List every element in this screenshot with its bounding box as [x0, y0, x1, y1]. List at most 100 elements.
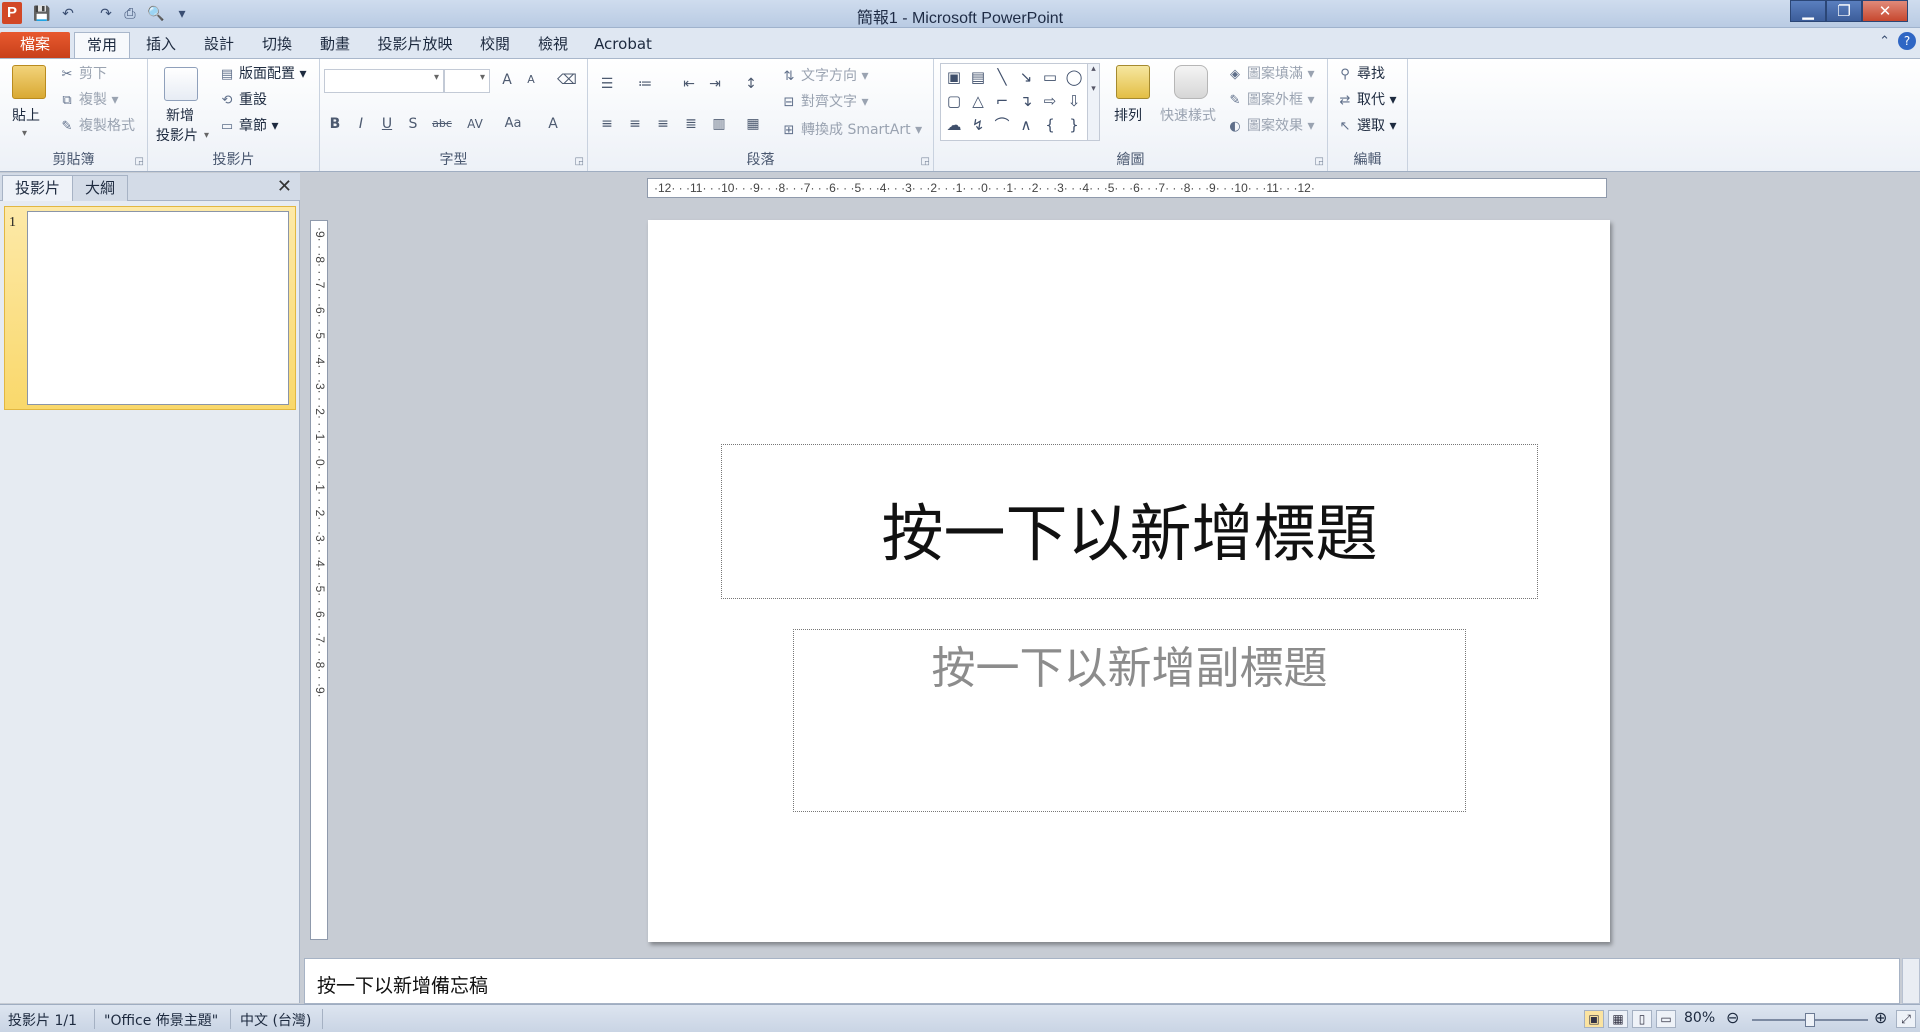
language-indicator[interactable]: 中文 (台灣)	[240, 1010, 311, 1030]
replace-button[interactable]: ⇄ 取代 ▾	[1336, 89, 1397, 112]
slide-canvas[interactable]: 按一下以新增標題 按一下以新增副標題	[648, 220, 1610, 942]
subtitle-placeholder[interactable]: 按一下以新增副標題	[793, 629, 1466, 812]
slide-thumbnail[interactable]	[27, 211, 289, 405]
textbox-shape-icon[interactable]: ▣	[943, 66, 965, 88]
decrease-indent-icon[interactable]: ⇤	[678, 73, 700, 95]
dialog-launcher-icon[interactable]: ◲	[135, 156, 144, 167]
new-slide-label[interactable]: 新增	[166, 105, 194, 127]
rectangle-shape-icon[interactable]: ▭	[1039, 66, 1061, 88]
underline-button[interactable]: U	[376, 113, 398, 135]
justify-icon[interactable]: ≣	[680, 113, 702, 135]
zoom-in-icon[interactable]: ⊕	[1874, 1008, 1887, 1027]
slide-sorter-view-icon[interactable]: ▦	[1608, 1010, 1628, 1028]
font-dialog-launcher-icon[interactable]: ◲	[575, 156, 584, 167]
elbow-connector-shape-icon[interactable]: ⌐	[991, 90, 1013, 112]
align-center-icon[interactable]: ≡	[624, 113, 646, 135]
tab-home[interactable]: 常用	[74, 32, 130, 58]
tab-file[interactable]: 檔案	[0, 32, 70, 58]
font-size-combo[interactable]: ▾	[444, 69, 490, 93]
tab-review[interactable]: 校閱	[470, 32, 520, 58]
group-label-font: 字型	[439, 152, 468, 168]
increase-indent-icon[interactable]: ⇥	[704, 73, 726, 95]
tab-animations[interactable]: 動畫	[310, 32, 360, 58]
paste-icon[interactable]	[12, 65, 46, 99]
theme-name[interactable]: "Office 佈景主題"	[104, 1010, 218, 1030]
change-case-button[interactable]: Aa	[498, 113, 528, 135]
tab-transitions[interactable]: 切換	[252, 32, 302, 58]
tab-design[interactable]: 設計	[194, 32, 244, 58]
pane-tab-slides[interactable]: 投影片	[2, 175, 74, 201]
paragraph-dialog-launcher-icon[interactable]: ◲	[921, 156, 930, 167]
title-bar: P 💾 ↶ ↷ ⎙ 🔍 ▾ 簡報1 - Microsoft PowerPoint…	[0, 0, 1920, 28]
drawing-dialog-launcher-icon[interactable]: ◲	[1315, 156, 1324, 167]
tab-acrobat[interactable]: Acrobat	[586, 32, 660, 58]
close-pane-icon[interactable]: ✕	[277, 176, 292, 197]
down-arrow-shape-icon[interactable]: ⇩	[1063, 90, 1085, 112]
shrink-font-button[interactable]: A	[520, 69, 542, 91]
freeform-shape-icon[interactable]: ☁	[943, 114, 965, 136]
left-brace-shape-icon[interactable]: {	[1039, 114, 1061, 136]
lightning-shape-icon[interactable]: ↯	[967, 114, 989, 136]
layout-button[interactable]: ▤ 版面配置 ▾	[218, 63, 307, 86]
pane-tab-outline[interactable]: 大綱	[72, 175, 129, 201]
maximize-button[interactable]: ❐	[1826, 0, 1862, 22]
reading-view-icon[interactable]: ▯	[1632, 1010, 1652, 1028]
arc-shape-icon[interactable]: ⌒	[991, 114, 1013, 136]
zoom-out-icon[interactable]: ⊖	[1726, 1008, 1739, 1027]
oval-shape-icon[interactable]: ◯	[1063, 66, 1085, 88]
find-button[interactable]: ⚲ 尋找	[1336, 63, 1385, 86]
vertical-textbox-shape-icon[interactable]: ▤	[967, 66, 989, 88]
new-slide-dropdown-icon[interactable]: ▾	[204, 125, 209, 147]
reset-button[interactable]: ⟲ 重設	[218, 89, 267, 112]
tab-insert[interactable]: 插入	[136, 32, 186, 58]
columns-icon[interactable]: ▦	[742, 113, 764, 135]
tab-view[interactable]: 檢視	[528, 32, 578, 58]
line-shape-icon[interactable]: ╲	[991, 66, 1013, 88]
strikethrough-button[interactable]: abc	[428, 113, 456, 135]
numbering-icon[interactable]: ≔	[634, 73, 656, 95]
rounded-rect-shape-icon[interactable]: ▢	[943, 90, 965, 112]
normal-view-icon[interactable]: ▣	[1584, 1010, 1604, 1028]
arrange-button[interactable]: 排列	[1114, 105, 1142, 127]
char-spacing-button[interactable]: AV	[460, 113, 490, 135]
line-spacing-icon[interactable]: ↕	[740, 73, 762, 95]
help-icon[interactable]: ?	[1898, 32, 1916, 50]
arrange-icon[interactable]	[1116, 65, 1150, 99]
title-placeholder[interactable]: 按一下以新增標題	[721, 444, 1538, 599]
triangle-shape-icon[interactable]: △	[967, 90, 989, 112]
group-label-slides: 投影片	[212, 152, 255, 168]
bullets-icon[interactable]: ☰	[596, 73, 618, 95]
grow-font-button[interactable]: A	[496, 69, 518, 91]
zoom-level[interactable]: 80%	[1684, 1010, 1715, 1026]
font-name-combo[interactable]: ▾	[324, 69, 444, 93]
slideshow-view-icon[interactable]: ▭	[1656, 1010, 1676, 1028]
minimize-ribbon-icon[interactable]: ⌃	[1879, 34, 1890, 49]
curve-shape-icon[interactable]: ∧	[1015, 114, 1037, 136]
align-left-icon[interactable]: ≡	[596, 113, 618, 135]
font-color-button[interactable]: A	[542, 113, 564, 135]
clear-format-icon[interactable]: ⌫	[556, 69, 578, 91]
shapes-gallery-scroll[interactable]: ▴ ▾	[1087, 64, 1099, 140]
close-window-button[interactable]: ✕	[1862, 0, 1908, 22]
slide-thumbnail-selection[interactable]	[4, 206, 296, 410]
arrow-line-shape-icon[interactable]: ↘	[1015, 66, 1037, 88]
fit-to-window-icon[interactable]: ⤢	[1896, 1010, 1916, 1028]
right-arrow-shape-icon[interactable]: ⇨	[1039, 90, 1061, 112]
zoom-slider-thumb[interactable]	[1805, 1013, 1815, 1027]
section-button[interactable]: ▭ 章節 ▾	[218, 115, 279, 138]
text-shadow-button[interactable]: S	[402, 113, 424, 135]
new-slide-label-2[interactable]: 投影片	[156, 125, 198, 147]
align-right-icon[interactable]: ≡	[652, 113, 674, 135]
right-brace-shape-icon[interactable]: }	[1063, 114, 1085, 136]
select-button[interactable]: ↖ 選取 ▾	[1336, 115, 1397, 138]
minimize-button[interactable]: ▁	[1790, 0, 1826, 22]
notes-scrollbar[interactable]	[1902, 958, 1920, 1004]
elbow-arrow-shape-icon[interactable]: ↴	[1015, 90, 1037, 112]
distribute-icon[interactable]: ▥	[708, 113, 730, 135]
paste-dropdown-icon[interactable]: ▾	[22, 123, 27, 145]
notes-pane[interactable]: 按一下以新增備忘稿	[304, 958, 1900, 1004]
tab-slideshow[interactable]: 投影片放映	[368, 32, 462, 58]
new-slide-icon[interactable]	[164, 67, 198, 101]
bold-button[interactable]: B	[324, 113, 346, 135]
italic-button[interactable]: I	[350, 113, 372, 135]
